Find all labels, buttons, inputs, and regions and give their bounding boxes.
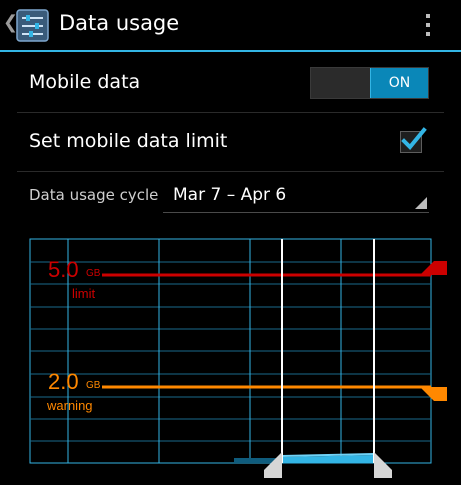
- warning-label: warning: [46, 398, 93, 413]
- limit-label: limit: [72, 286, 95, 301]
- warning-value: 2.0: [48, 369, 79, 394]
- limit-value: 5.0: [48, 257, 79, 282]
- limit-unit: GB: [86, 268, 101, 279]
- warning-handle[interactable]: [420, 387, 447, 401]
- cycle-end-handle[interactable]: [374, 452, 392, 478]
- cycle-start-handle[interactable]: [264, 452, 282, 478]
- usage-chart: 5.0 GB limit 2.0 GB warning: [29, 238, 447, 478]
- limit-handle[interactable]: [420, 261, 447, 275]
- warning-unit: GB: [86, 380, 101, 391]
